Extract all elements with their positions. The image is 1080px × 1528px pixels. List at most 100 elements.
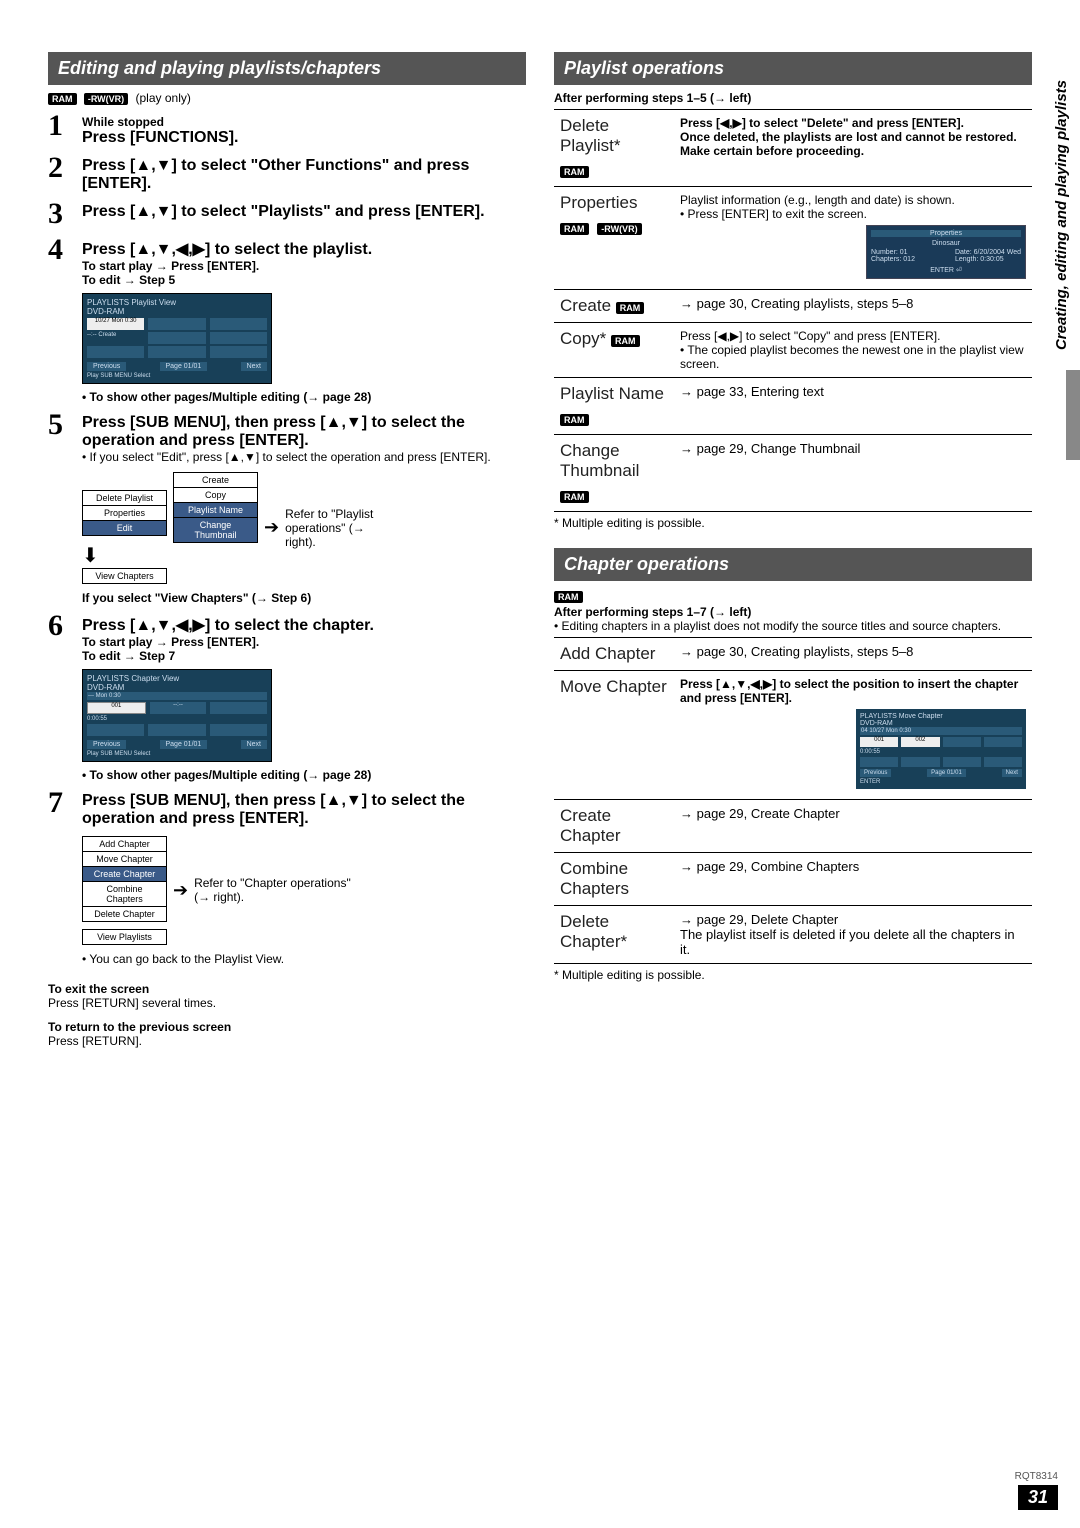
step6-num: 6 [48, 611, 72, 782]
down-arrow-icon: ⬇ [82, 545, 99, 567]
step6-sub2: To edit → Step 7 [82, 649, 526, 663]
t-del: Delete Playlist* [560, 116, 668, 156]
pl-foot: * Multiple editing is possible. [554, 516, 1032, 530]
step1-line2: Press [FUNCTIONS]. [82, 129, 526, 147]
step1-num: 1 [48, 111, 72, 147]
b-create: RAM [616, 302, 645, 314]
props-title: Properties [871, 230, 1021, 237]
ch-foot: * Multiple editing is possible. [554, 968, 1032, 982]
row-thumb: Change Thumbnail RAM → page 29, Change T… [554, 435, 1032, 512]
step5-menu-left: Delete Playlist Properties Edit ⬇ View C… [82, 472, 167, 583]
m2-create: Create Chapter [82, 866, 167, 882]
t-move-ch: Move Chapter [554, 671, 674, 800]
chapter-ops-table: Add Chapter → page 30, Creating playlist… [554, 637, 1032, 964]
d-combine-ch: → page 29, Combine Chapters [674, 853, 1032, 906]
d-move-ch: Press [▲,▼,◀,▶] to select the position t… [680, 677, 1026, 705]
props-l1: Number: 01 [871, 249, 915, 256]
mv-next: Next [1002, 769, 1022, 777]
exit-t: Press [RETURN] several times. [48, 996, 526, 1010]
page: Editing and playing playlists/chapters R… [0, 0, 1080, 1068]
scrn1-sub: DVD-RAM [87, 307, 267, 316]
return-block: To return to the previous screen Press [… [48, 1020, 526, 1048]
step4-sub1: To start play → Press [ENTER]. [82, 259, 526, 273]
scrn1-page: Page 01/01 [160, 362, 208, 371]
m2-combine: Combine Chapters [82, 881, 167, 907]
step3-num: 3 [48, 199, 72, 229]
t-plname: Playlist Name [560, 384, 668, 404]
row-plname: Playlist Name RAM → page 33, Entering te… [554, 378, 1032, 435]
scrn1-prev: Previous [87, 362, 126, 371]
exit-h: To exit the screen [48, 982, 526, 996]
scrn2-prev: Previous [87, 740, 126, 749]
t-create-ch: Create Chapter [554, 800, 674, 853]
playlist-ops-header: Playlist operations [554, 52, 1032, 85]
step5-note: If you select "View Chapters" (→ Step 6) [82, 591, 526, 605]
step2-num: 2 [48, 153, 72, 193]
mv-prev: Previous [860, 769, 891, 777]
step1-line1: While stopped [82, 115, 526, 129]
step7-text: Press [SUB MENU], then press [▲,▼] to se… [82, 792, 526, 828]
ch-badge: RAM [554, 591, 583, 603]
step3-text: Press [▲,▼] to select "Playlists" and pr… [82, 199, 526, 229]
step5-text: Press [SUB MENU], then press [▲,▼] to se… [82, 414, 526, 450]
ret-t: Press [RETURN]. [48, 1034, 526, 1048]
exit-block: To exit the screen Press [RETURN] severa… [48, 982, 526, 1010]
m-create: Create [173, 472, 258, 488]
playlist-ops-table: Delete Playlist* RAM Press [◀,▶] to sele… [554, 109, 1032, 512]
scrn2-sub: DVD-RAM [87, 683, 267, 692]
disc-badges: RAM -RW(VR) (play only) [48, 91, 526, 105]
d-delete-ch: → page 29, Delete Chapter The playlist i… [674, 906, 1032, 964]
d-prop: Playlist information (e.g., length and d… [680, 193, 1026, 221]
right-column: Playlist operations After performing ste… [554, 52, 1032, 1048]
m-thumb: Change Thumbnail [173, 517, 258, 543]
disc-note: (play only) [136, 91, 191, 105]
scrn2-next: Next [241, 740, 267, 749]
scrn1-foot: Play SUB MENU Select [87, 373, 267, 379]
t-combine-ch: Combine Chapters [554, 853, 674, 906]
scrn2-page: Page 01/01 [160, 740, 208, 749]
scrn1-next: Next [241, 362, 267, 371]
step5-ref: Refer to "Playlist operations" (→ right)… [285, 507, 395, 549]
b-prop2: -RW(VR) [597, 223, 641, 235]
mv-title: PLAYLISTS Move Chapter [860, 713, 1022, 720]
b-prop1: RAM [560, 223, 589, 235]
step5-num: 5 [48, 410, 72, 605]
ch-note: • Editing chapters in a playlist does no… [554, 619, 1032, 633]
step-1: 1 While stopped Press [FUNCTIONS]. [48, 111, 526, 147]
props-r1: Date: 6/20/2004 Wed [955, 249, 1021, 256]
d-plname: → page 33, Entering text [674, 378, 1032, 435]
scrn1-date: 10/27 Mon 0:30 [87, 318, 144, 330]
mv-c1: 001 [860, 737, 898, 747]
t-copy: Copy* [560, 329, 606, 348]
props-l2: Chapters: 012 [871, 256, 915, 263]
footer-page: 31 [1018, 1485, 1058, 1510]
mv-t: 0:00:55 [860, 749, 1022, 755]
t-prop: Properties [560, 193, 668, 213]
mv-row: 04 10/27 Mon 0:30 [860, 727, 1022, 735]
badge-ram: RAM [48, 93, 77, 105]
m2-add: Add Chapter [82, 836, 167, 852]
mv-page: Page 01/01 [927, 769, 966, 777]
row-delete-ch: Delete Chapter* → page 29, Delete Chapte… [554, 906, 1032, 964]
step5-menu: Delete Playlist Properties Edit ⬇ View C… [82, 472, 526, 583]
left-column: Editing and playing playlists/chapters R… [48, 52, 526, 1048]
ch-pre: After performing steps 1–7 (→ left) [554, 605, 1032, 619]
step7-ref: Refer to "Chapter operations" (→ right). [194, 876, 364, 904]
arrow-right-icon2: ➔ [173, 880, 188, 901]
step6-text: Press [▲,▼,◀,▶] to select the chapter. [82, 615, 526, 635]
arrow-right-icon: ➔ [264, 517, 279, 538]
row-create-ch: Create Chapter → page 29, Create Chapter [554, 800, 1032, 853]
row-delete-playlist: Delete Playlist* RAM Press [◀,▶] to sele… [554, 110, 1032, 187]
m-plname: Playlist Name [173, 502, 258, 518]
d-thumb: → page 29, Change Thumbnail [674, 435, 1032, 512]
ret-h: To return to the previous screen [48, 1020, 526, 1034]
step7-back: • You can go back to the Playlist View. [82, 952, 526, 966]
step4-note: • To show other pages/Multiple editing (… [82, 390, 526, 404]
step-5: 5 Press [SUB MENU], then press [▲,▼] to … [48, 410, 526, 605]
screen-playlist-view: PLAYLISTS Playlist View DVD-RAM 10/27 Mo… [82, 293, 272, 384]
b-plname: RAM [560, 414, 589, 426]
row-copy: Copy* RAM Press [◀,▶] to select "Copy" a… [554, 323, 1032, 378]
step4-sub2: To edit → Step 5 [82, 273, 526, 287]
row-create: Create RAM → page 30, Creating playlists… [554, 290, 1032, 323]
step4-num: 4 [48, 235, 72, 404]
